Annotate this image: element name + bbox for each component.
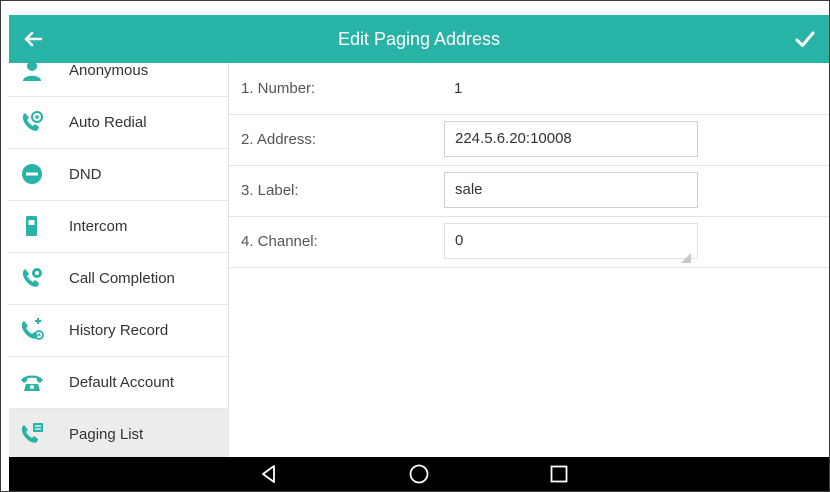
sidebar-item-label: Call Completion (69, 270, 175, 287)
checkmark-icon[interactable] (791, 25, 819, 53)
channel-row: 4. Channel: 0 (229, 216, 829, 268)
nav-home-circle-icon[interactable] (407, 462, 431, 486)
label-input[interactable]: sale (444, 172, 698, 208)
sidebar-item-auto-redial[interactable]: Auto Redial (9, 97, 228, 149)
sidebar-item-anonymous[interactable]: " Anonymous (9, 63, 228, 97)
sidebar-item-label: DND (69, 166, 102, 183)
channel-value: 0 (455, 232, 464, 249)
paging-address-form: 1. Number: 1 2. Address: 224.5.6.20:1000… (229, 63, 829, 457)
page-title: Edit Paging Address (337, 29, 501, 49)
number-value: 1 (454, 80, 463, 97)
nav-recents-square-icon[interactable] (547, 462, 571, 486)
sidebar-item-label: Default Account (69, 374, 175, 391)
sidebar-item-label: Paging List (69, 426, 144, 443)
label-field-label: 3. Label: (241, 182, 299, 199)
address-input[interactable]: 224.5.6.20:10008 (444, 121, 698, 157)
intercom-handset-icon (19, 213, 45, 239)
sidebar-item-label: History Record (69, 322, 169, 339)
sidebar-item-dnd[interactable]: DND (9, 149, 228, 201)
sidebar: " Anonymous Auto Redial DND Intercom Cal… (9, 63, 229, 457)
sidebar-item-label: Anonymous (69, 63, 149, 79)
label-row: 3. Label: sale (229, 165, 829, 217)
number-row: 1. Number: 1 (229, 63, 829, 115)
system-nav-bar (9, 457, 829, 491)
channel-select[interactable]: 0 (444, 223, 698, 263)
svg-text:": " (38, 63, 41, 67)
sidebar-item-label: Auto Redial (69, 114, 147, 131)
dropdown-corner-icon (681, 242, 691, 263)
screen: Edit Paging Address " Anonymous Auto Red… (0, 0, 830, 492)
nav-back-triangle-icon[interactable] (257, 462, 281, 486)
sidebar-item-label: Intercom (69, 218, 128, 235)
number-label: 1. Number: (241, 80, 316, 97)
anonymous-person-icon: " (19, 63, 45, 83)
sidebar-item-intercom[interactable]: Intercom (9, 201, 228, 253)
channel-label: 4. Channel: (241, 233, 318, 250)
sidebar-item-history-record[interactable]: History Record (9, 305, 228, 357)
paging-list-icon (19, 421, 45, 447)
sidebar-item-default-account[interactable]: Default Account (9, 357, 228, 409)
sidebar-item-paging-list[interactable]: Paging List (9, 409, 228, 457)
call-completion-icon (19, 265, 45, 291)
phone-redial-icon (19, 109, 45, 135)
sidebar-item-call-completion[interactable]: Call Completion (9, 253, 228, 305)
history-record-icon (19, 317, 45, 343)
address-label: 2. Address: (241, 131, 317, 148)
telephone-icon (19, 369, 45, 395)
address-row: 2. Address: 224.5.6.20:10008 (229, 114, 829, 166)
do-not-disturb-icon (19, 161, 45, 187)
header-bar: Edit Paging Address (9, 15, 829, 63)
